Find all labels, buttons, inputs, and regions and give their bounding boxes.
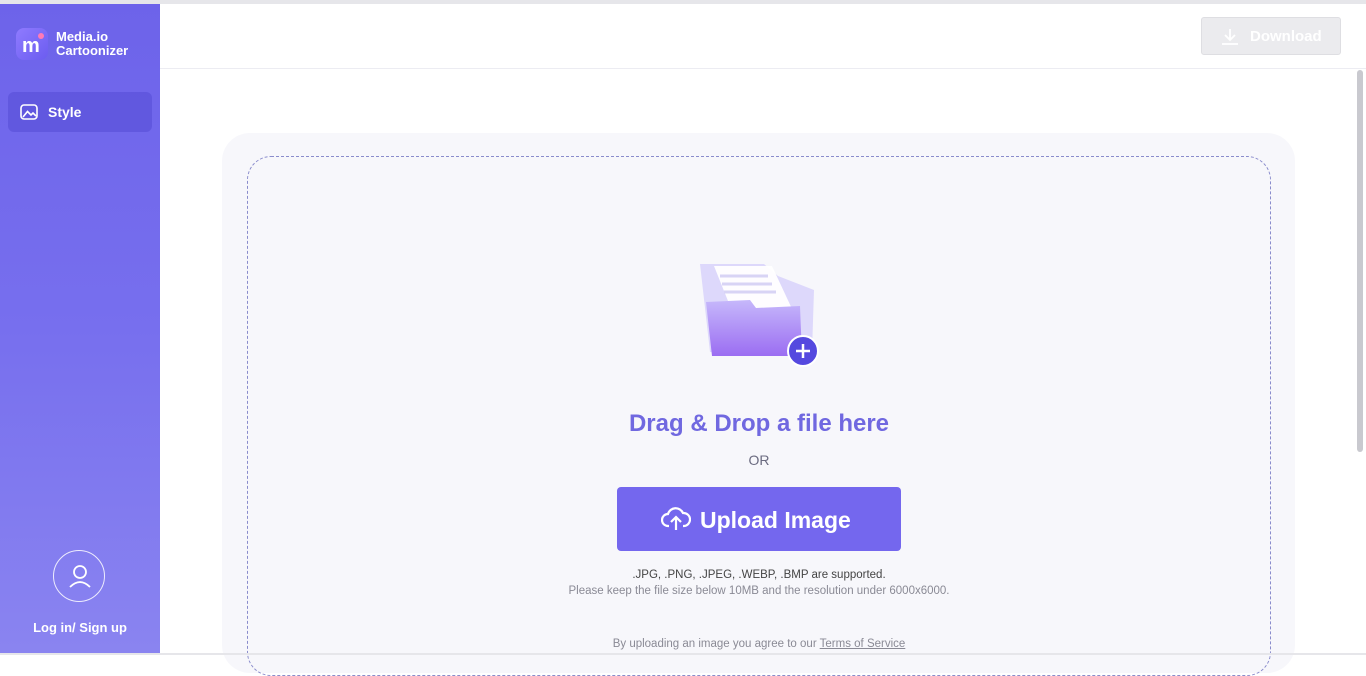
terms-prefix: By uploading an image you agree to our [612,638,817,650]
cloud-upload-icon [661,507,691,530]
folder-icon [696,260,826,375]
svg-text:m: m [22,35,40,57]
terms-of-service-link[interactable]: Terms of Service [820,638,906,650]
supported-formats: .JPG, .PNG, .JPEG, .WEBP, .BMP are suppo… [632,569,886,581]
upload-image-button[interactable]: Upload Image [617,487,901,551]
scrollbar[interactable] [1357,70,1363,452]
or-text: OR [748,452,770,468]
plus-icon [787,335,819,367]
app-name-line2: Cartoonizer [56,43,129,58]
login-link[interactable]: Log in/ Sign up [0,620,160,635]
download-button[interactable]: Download [1201,17,1341,55]
media-io-logo-icon[interactable]: m [16,28,48,60]
app-name[interactable]: Media.io Cartoonizer [56,30,128,58]
file-limits: Please keep the file size below 10MB and… [568,585,950,597]
image-icon [20,104,38,120]
terms-notice: By uploading an image you agree to our T… [0,638,1366,650]
download-label: Download [1250,28,1322,45]
upload-button-label: Upload Image [700,507,851,533]
app-name-line1: Media.io [56,29,109,44]
top-header [160,4,1366,69]
sidebar: m Media.io Cartoonizer Style Log in/ Sig… [0,4,160,653]
download-icon [1222,29,1238,45]
drag-drop-title: Drag & Drop a file here [628,410,890,437]
sidebar-item-label: Style [48,104,82,120]
sidebar-item-style[interactable]: Style [8,92,152,132]
